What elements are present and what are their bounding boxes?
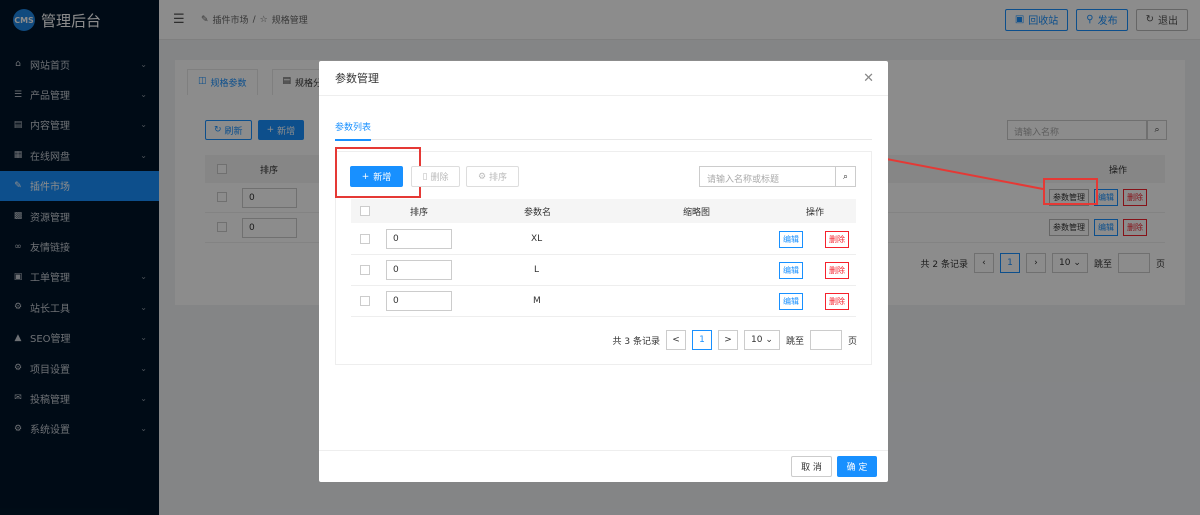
- edit-button[interactable]: 编辑: [779, 261, 803, 279]
- row-checkbox[interactable]: [360, 265, 370, 275]
- dialog-footer: 取 消 确 定: [319, 450, 888, 482]
- delete-label: 删除: [430, 173, 449, 183]
- sort-input[interactable]: 0: [386, 229, 452, 249]
- param-name: L: [534, 265, 540, 275]
- param-name: M: [533, 296, 541, 306]
- dialog-title: 参数管理: [335, 72, 379, 85]
- annotation-highlight-add: [335, 147, 421, 198]
- next-page-button[interactable]: >: [717, 330, 738, 350]
- edit-button[interactable]: 编辑: [779, 292, 803, 310]
- row-checkbox[interactable]: [360, 296, 370, 306]
- search-icon[interactable]: ⌕: [835, 166, 856, 187]
- tab-param-list[interactable]: 参数列表: [335, 120, 372, 141]
- jump-label: 跳至: [785, 336, 804, 347]
- total-count: 共 3 条记录: [612, 336, 660, 347]
- sort-label: 排序: [489, 173, 508, 183]
- param-pagination: 共 3 条记录 < 1 > 10 ⌄ 跳至 页: [613, 330, 857, 350]
- delete-button[interactable]: 删除: [825, 292, 849, 310]
- table-row: 0 M 编辑 删除: [351, 286, 856, 317]
- cancel-button[interactable]: 取 消: [791, 456, 832, 477]
- jump-input[interactable]: [809, 330, 842, 350]
- page-unit: 页: [847, 336, 857, 347]
- row-checkbox[interactable]: [360, 234, 370, 244]
- param-table-header: 排序 参数名 缩略图 操作: [351, 199, 856, 223]
- col-sort: 排序: [410, 207, 429, 218]
- sort-input[interactable]: 0: [386, 260, 452, 280]
- delete-button[interactable]: 删除: [825, 230, 849, 248]
- select-all-checkbox[interactable]: [360, 206, 370, 216]
- confirm-button[interactable]: 确 定: [837, 456, 877, 477]
- table-row: 0 XL 编辑 删除: [351, 224, 856, 255]
- edit-button[interactable]: 编辑: [779, 230, 803, 248]
- delete-button[interactable]: 删除: [825, 261, 849, 279]
- page-size-select[interactable]: 10 ⌄: [743, 330, 780, 350]
- param-name: XL: [531, 234, 543, 244]
- close-icon[interactable]: ✕: [863, 71, 874, 86]
- dialog-header: 参数管理: [319, 61, 888, 96]
- chevron-down-icon: ⌄: [765, 335, 773, 345]
- page-1[interactable]: 1: [691, 330, 712, 350]
- delete-param-button[interactable]: ▯ 删除: [411, 166, 460, 187]
- dialog-tabs: 参数列表: [335, 116, 872, 141]
- trash-icon: ▯: [422, 171, 428, 182]
- table-row: 0 L 编辑 删除: [351, 255, 856, 286]
- param-search-input[interactable]: 请输入名称或标题: [699, 166, 836, 187]
- arrow-line: [875, 156, 1044, 190]
- col-name: 参数名: [524, 207, 552, 218]
- col-ops: 操作: [806, 207, 825, 218]
- sort-input[interactable]: 0: [386, 291, 452, 311]
- prev-page-button[interactable]: <: [665, 330, 686, 350]
- sort-param-button[interactable]: ⚙ 排序: [466, 166, 519, 187]
- gear-icon: ⚙: [477, 171, 487, 182]
- page-size-value: 10: [750, 335, 763, 345]
- param-manage-dialog: 参数管理 ✕ 参数列表 + 新增 ▯ 删除 ⚙ 排序 请输入名称或标题 ⌕ 排序…: [319, 61, 888, 482]
- col-thumb: 缩略图: [683, 207, 711, 218]
